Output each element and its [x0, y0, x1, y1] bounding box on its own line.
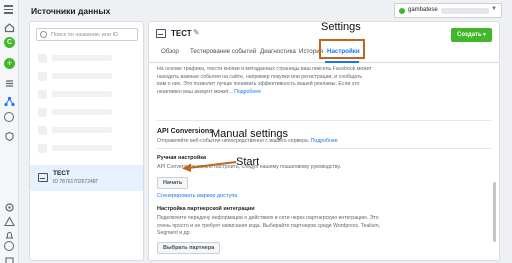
generate-token-link[interactable]: Сгенерировать маркер доступа — [157, 193, 237, 199]
account-status-dot — [399, 8, 405, 14]
intro-text: На основе трафика, тексти кнопки и метад… — [157, 66, 372, 95]
shield-icon[interactable] — [4, 129, 15, 142]
tab-overview[interactable]: Обзор — [161, 48, 179, 55]
data-source-icon — [156, 29, 166, 38]
tab-test-events[interactable]: Тестирование событий — [190, 48, 256, 55]
data-source-id: ID 7876170267248Г — [53, 179, 99, 185]
search-input[interactable]: Поиск по названию или ID — [36, 28, 138, 41]
alert-icon[interactable] — [4, 214, 15, 227]
list-item[interactable] — [30, 122, 143, 139]
list-item[interactable] — [30, 140, 143, 157]
partner-integration-title: Настройка партнерской интеграции — [157, 206, 255, 212]
account-selector[interactable]: gambatese ▼ — [394, 3, 502, 18]
create-button[interactable]: Создать ▼ — [451, 28, 492, 42]
page-title: Источники данных — [31, 6, 111, 16]
annotation-settings: Settings — [321, 21, 361, 33]
annotation-start: Start — [236, 156, 260, 168]
home-icon[interactable] — [4, 20, 15, 33]
create-label: Создать — [457, 32, 482, 38]
annotation-settings-box — [319, 39, 365, 59]
annotation-manual-settings: Manual settings — [211, 128, 289, 140]
search-placeholder: Поиск по названию или ID — [51, 32, 118, 38]
annotation-arrow — [182, 161, 237, 172]
api-conversions-title: API Conversions — [157, 128, 214, 135]
data-sources-icon[interactable] — [4, 94, 15, 107]
list-item[interactable] — [30, 86, 143, 103]
search-icon — [40, 31, 47, 38]
report-icon[interactable] — [4, 253, 15, 263]
divider — [157, 120, 491, 121]
menu-lines-icon[interactable] — [4, 76, 15, 87]
chevron-down-icon: ▼ — [491, 6, 497, 12]
tab-diagnostics[interactable]: Диагностика — [260, 48, 296, 55]
help-icon[interactable] — [4, 241, 15, 252]
scrollbar-thumb[interactable] — [493, 182, 496, 242]
clock-icon[interactable] — [4, 112, 15, 123]
list-item[interactable] — [30, 68, 143, 85]
account-avatar[interactable]: C — [4, 37, 15, 48]
start-button[interactable]: Начать — [157, 177, 189, 189]
settings-icon[interactable] — [4, 200, 15, 212]
source-title: ТЕСТ — [171, 29, 192, 38]
choose-partner-button[interactable]: Выбрать партнера — [157, 242, 221, 254]
pencil-icon[interactable]: ✎ — [193, 28, 200, 37]
partner-integration-desc: Подключите передачу информации о действи… — [157, 215, 381, 236]
chevron-down-icon: ▼ — [482, 32, 487, 38]
divider — [157, 148, 491, 149]
add-icon[interactable]: + — [4, 58, 15, 69]
data-source-icon — [38, 173, 48, 182]
active-tab-indicator — [325, 61, 359, 63]
top-bar: Источники данных gambatese ▼ — [20, 0, 512, 22]
account-name: gambatese — [408, 7, 438, 13]
left-nav-rail: C + — [0, 0, 19, 263]
api-desc-link[interactable]: Подробнее — [311, 138, 338, 144]
data-sources-list: Поиск по названию или ID ТЕСТ ID 7876170… — [29, 21, 144, 261]
data-source-name: ТЕСТ — [53, 170, 70, 177]
bell-icon[interactable] — [4, 228, 15, 239]
account-id-redacted — [441, 8, 489, 14]
api-conversions-desc: Отправляйте веб-события непосредственно … — [157, 138, 338, 144]
intro-link[interactable]: Подробнее — [234, 89, 261, 95]
list-item[interactable] — [30, 104, 143, 121]
selected-data-source[interactable]: ТЕСТ ID 7876170267248Г — [30, 165, 143, 191]
divider — [157, 260, 491, 261]
menu-icon[interactable] — [4, 5, 15, 16]
list-item[interactable] — [30, 50, 143, 67]
